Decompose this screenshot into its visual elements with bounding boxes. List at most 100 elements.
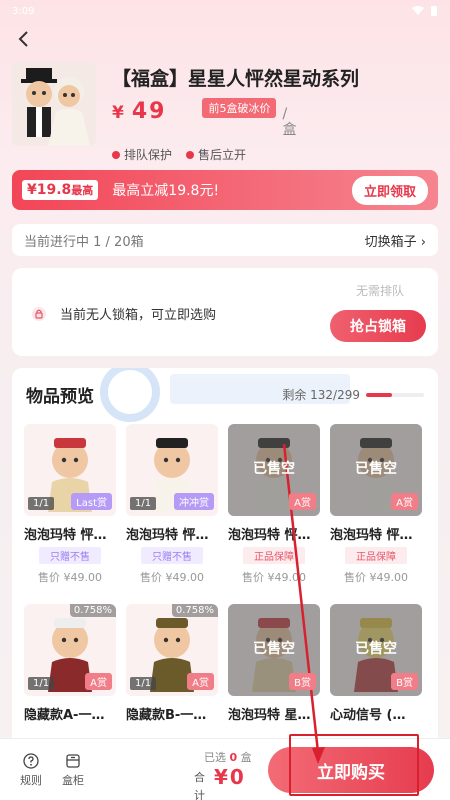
item-tag: 正品保障 bbox=[345, 547, 407, 564]
item-image: 已售空 A赏 bbox=[330, 424, 422, 516]
preview-item[interactable]: 1/1 冲冲赏泡泡玛特 怦… 只赠不售售价 ¥49.00 bbox=[126, 424, 218, 585]
lock-icon bbox=[32, 307, 46, 321]
item-image: 0.758% 1/1 A赏 bbox=[126, 604, 218, 696]
preview-item[interactable]: 已售空 B赏泡泡玛特 星… bbox=[228, 604, 320, 723]
item-tag: 正品保障 bbox=[243, 547, 305, 564]
count-badge: 1/1 bbox=[130, 677, 157, 690]
item-name: 隐藏款B-一… bbox=[126, 708, 207, 723]
preview-item[interactable]: 0.758% 1/1 A赏隐藏款A-一… bbox=[24, 604, 116, 723]
remaining-bar bbox=[366, 392, 424, 397]
service-tags: 排队保护 售后立开 bbox=[112, 146, 246, 163]
price: ¥49 bbox=[112, 99, 166, 124]
selected-count: 已选 0 盒 bbox=[204, 751, 252, 764]
preview-item[interactable]: 已售空 A赏泡泡玛特 怦… 正品保障售价 ¥49.00 bbox=[228, 424, 320, 585]
switch-box-button[interactable]: 切换箱子 › bbox=[365, 231, 426, 250]
price-row: ¥49 前5盒破冰价 /盒 bbox=[112, 98, 298, 138]
item-price: 售价 ¥49.00 bbox=[38, 571, 102, 584]
coupon-text: 最高立减19.8元! bbox=[112, 183, 220, 199]
grade-badge: A赏 bbox=[187, 673, 214, 690]
grade-badge: A赏 bbox=[85, 673, 112, 690]
item-name: 心动信号 (… bbox=[330, 708, 406, 723]
sold-out-label: 已售空 bbox=[355, 461, 397, 477]
sold-out-label: 已售空 bbox=[253, 641, 295, 657]
preview-item[interactable]: 已售空 B赏心动信号 (… bbox=[330, 604, 422, 723]
probability-badge: 0.758% bbox=[69, 604, 116, 617]
item-image: 已售空 B赏 bbox=[330, 604, 422, 696]
service-tag: 排队保护 bbox=[112, 146, 172, 163]
count-badge: 1/1 bbox=[28, 677, 55, 690]
item-image: 1/1 Last赏 bbox=[24, 424, 116, 516]
total-value: ¥0 bbox=[214, 765, 246, 789]
bottom-bar: 规则 盒柜 已选 0 盒 合计 ¥0 立即购买 bbox=[0, 738, 450, 800]
claim-coupon-button[interactable]: 立即领取 bbox=[351, 175, 428, 205]
item-name: 泡泡玛特 怦… bbox=[24, 528, 107, 543]
remaining-text: 剩余 132/299 bbox=[282, 388, 360, 402]
item-price: 售价 ¥49.00 bbox=[242, 571, 306, 584]
item-image: 已售空 B赏 bbox=[228, 604, 320, 696]
question-icon bbox=[23, 753, 39, 769]
item-name: 泡泡玛特 星… bbox=[228, 708, 311, 723]
service-tag: 售后立开 bbox=[186, 146, 246, 163]
item-tag: 只赠不售 bbox=[39, 547, 101, 564]
coupon-badge: ¥19.8最高 bbox=[22, 180, 99, 200]
cabinet-button[interactable]: 盒柜 bbox=[58, 753, 88, 788]
price-value: 49 bbox=[131, 99, 167, 124]
box-progress-label: 当前进行中 1 / 20箱 bbox=[24, 234, 144, 250]
grade-badge: 冲冲赏 bbox=[174, 493, 214, 510]
item-preview-panel: 物品预览 剩余 132/299 1/1 Last赏泡泡玛特 怦… 只赠不售售价 ¥4… bbox=[12, 368, 438, 798]
preview-item[interactable]: 0.758% 1/1 A赏隐藏款B-一… bbox=[126, 604, 218, 723]
item-name: 泡泡玛特 怦… bbox=[330, 528, 413, 543]
preview-item[interactable]: 1/1 Last赏泡泡玛特 怦… 只赠不售售价 ¥49.00 bbox=[24, 424, 116, 585]
total-label: 合计 bbox=[194, 771, 205, 800]
status-bar: 3:09 bbox=[0, 0, 450, 22]
cabinet-label: 盒柜 bbox=[62, 774, 84, 787]
buy-now-button[interactable]: 立即购买 bbox=[268, 747, 434, 793]
lock-status-text: 当前无人锁箱，可立即选购 bbox=[60, 308, 217, 323]
status-time: 3:09 bbox=[12, 5, 35, 17]
rules-label: 规则 bbox=[20, 774, 42, 787]
grade-badge: B赏 bbox=[391, 673, 418, 690]
rules-button[interactable]: 规则 bbox=[16, 753, 46, 788]
battery-icon bbox=[431, 6, 437, 16]
price-symbol: ¥ bbox=[112, 103, 126, 123]
wifi-icon bbox=[412, 6, 424, 15]
grade-badge: A赏 bbox=[391, 493, 418, 510]
product-title: 【福盒】星星人怦然星动系列 bbox=[112, 68, 360, 90]
count-badge: 1/1 bbox=[28, 497, 55, 510]
item-name: 泡泡玛特 怦… bbox=[228, 528, 311, 543]
item-image: 0.758% 1/1 A赏 bbox=[24, 604, 116, 696]
item-price: 售价 ¥49.00 bbox=[344, 571, 408, 584]
lock-box-panel: 当前无人锁箱，可立即选购 无需排队 抢占锁箱 bbox=[12, 268, 438, 356]
back-button[interactable] bbox=[12, 28, 34, 50]
item-tag: 只赠不售 bbox=[141, 547, 203, 564]
price-unit: /盒 bbox=[282, 106, 297, 138]
probability-badge: 0.758% bbox=[171, 604, 218, 617]
remaining-counter: 剩余 132/299 bbox=[282, 386, 424, 403]
doll-couple-image bbox=[12, 62, 96, 146]
check-dot-icon bbox=[112, 150, 120, 159]
item-name: 泡泡玛特 怦… bbox=[126, 528, 209, 543]
preview-item[interactable]: 已售空 A赏泡泡玛特 怦… 正品保障售价 ¥49.00 bbox=[330, 424, 422, 585]
product-thumbnail bbox=[12, 62, 96, 146]
preview-title: 物品预览 bbox=[26, 387, 94, 407]
remaining-bar-fill bbox=[366, 392, 392, 397]
count-badge: 1/1 bbox=[130, 497, 157, 510]
discount-badge: 前5盒破冰价 bbox=[202, 98, 277, 118]
grade-badge: Last赏 bbox=[71, 493, 112, 510]
coupon-banner: ¥19.8最高 最高立减19.8元! 立即领取 bbox=[12, 170, 438, 210]
product-header: 【福盒】星星人怦然星动系列 ¥49 前5盒破冰价 /盒 排队保护 售后立开 bbox=[12, 62, 438, 162]
item-price: 售价 ¥49.00 bbox=[140, 571, 204, 584]
item-name: 隐藏款A-一… bbox=[24, 708, 105, 723]
chevron-left-icon bbox=[18, 31, 28, 47]
item-image: 1/1 冲冲赏 bbox=[126, 424, 218, 516]
grade-badge: A赏 bbox=[289, 493, 316, 510]
check-dot-icon bbox=[186, 150, 195, 159]
box-progress-bar: 当前进行中 1 / 20箱 切换箱子 › bbox=[12, 224, 438, 256]
sold-out-label: 已售空 bbox=[355, 641, 397, 657]
item-image: 已售空 A赏 bbox=[228, 424, 320, 516]
grab-lock-button[interactable]: 抢占锁箱 bbox=[330, 310, 426, 342]
sold-out-label: 已售空 bbox=[253, 461, 295, 477]
grade-badge: B赏 bbox=[289, 673, 316, 690]
no-queue-label: 无需排队 bbox=[355, 284, 404, 298]
box-cabinet-icon bbox=[66, 754, 80, 768]
